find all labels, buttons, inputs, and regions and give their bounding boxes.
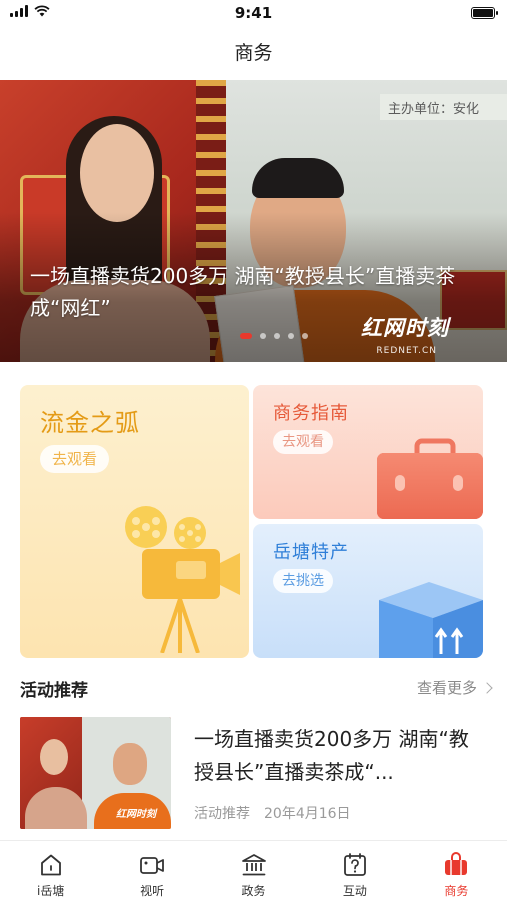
activity-meta: 活动推荐 20年4月16日 — [194, 803, 351, 823]
banner-carousel[interactable]: 主办单位：安化 一场直播卖货200多万 湖南“教授县长”直播卖茶成“网红” 红网… — [0, 80, 507, 362]
card-local-specialty-title: 岳塘特产 — [273, 542, 349, 563]
view-more-label: 查看更多 — [416, 679, 477, 697]
card-business-guide-button[interactable]: 去观看 — [273, 430, 333, 454]
card-liujin-button[interactable]: 去观看 — [40, 445, 110, 473]
banner-photo-presenter-hair — [252, 158, 344, 198]
view-more-link[interactable]: 查看更多 — [416, 677, 493, 698]
status-time: 9:41 — [234, 4, 273, 22]
section-title: 活动推荐 — [20, 681, 88, 701]
activity-date: 20年4月16日 — [264, 806, 351, 822]
thumbnail-watermark: 红网时刻 — [116, 809, 156, 820]
status-bar: 9:41 — [0, 0, 507, 28]
page-title: 商务 — [234, 42, 273, 64]
carousel-dots — [0, 333, 507, 339]
tab-label: 政务 — [241, 884, 266, 898]
tab-business[interactable]: 商务 — [406, 841, 507, 900]
tab-label: 互动 — [342, 884, 367, 898]
tab-iyuetang[interactable]: i岳塘 — [0, 841, 101, 900]
home-icon — [40, 854, 61, 876]
carousel-dot[interactable] — [301, 333, 308, 339]
activity-category: 活动推荐 — [194, 806, 250, 822]
card-business-guide[interactable]: 商务指南 去观看 — [253, 385, 483, 519]
banner-sign-text: 主办单位：安化 — [380, 94, 507, 120]
tab-label: 商务 — [444, 884, 469, 898]
briefcase-icon — [377, 438, 483, 519]
banner-photo-person-face — [80, 124, 154, 222]
shopping-bag-icon — [445, 852, 468, 875]
battery-icon — [471, 7, 498, 19]
tab-label: i岳塘 — [37, 884, 65, 898]
tab-interaction[interactable]: 互动 — [304, 841, 405, 900]
card-business-guide-title: 商务指南 — [273, 403, 349, 424]
tab-bar: i岳塘 视听 政务 互动 商务 — [0, 840, 507, 900]
list-item[interactable]: 红网时刻 一场直播卖货200多万 湖南“教授县长”直播卖茶成“... 活动推荐 … — [20, 717, 487, 829]
package-box-icon — [379, 582, 483, 658]
government-icon — [241, 854, 266, 876]
card-liujin[interactable]: 流金之弧 去观看 — [20, 385, 249, 658]
card-local-specialty[interactable]: 岳塘特产 去挑选 — [253, 524, 483, 658]
carousel-dot[interactable] — [287, 333, 294, 339]
tab-audiovisual[interactable]: 视听 — [101, 841, 202, 900]
carousel-dot[interactable] — [273, 333, 280, 339]
video-icon — [140, 857, 165, 874]
card-liujin-title: 流金之弧 — [40, 409, 140, 437]
activity-title: 一场直播卖货200多万 湖南“教授县长”直播卖茶成“... — [194, 727, 469, 784]
banner-watermark-sub: REDNET.CN — [376, 346, 437, 356]
carousel-dot-active[interactable] — [239, 333, 252, 339]
tab-label: 视听 — [140, 884, 165, 898]
card-local-specialty-button[interactable]: 去挑选 — [273, 569, 333, 593]
film-camera-icon — [125, 506, 240, 653]
activity-thumbnail: 红网时刻 — [20, 717, 171, 829]
tab-government[interactable]: 政务 — [203, 841, 304, 900]
chevron-right-icon — [481, 681, 493, 694]
question-calendar-icon — [344, 853, 366, 876]
carousel-dot[interactable] — [259, 333, 266, 339]
